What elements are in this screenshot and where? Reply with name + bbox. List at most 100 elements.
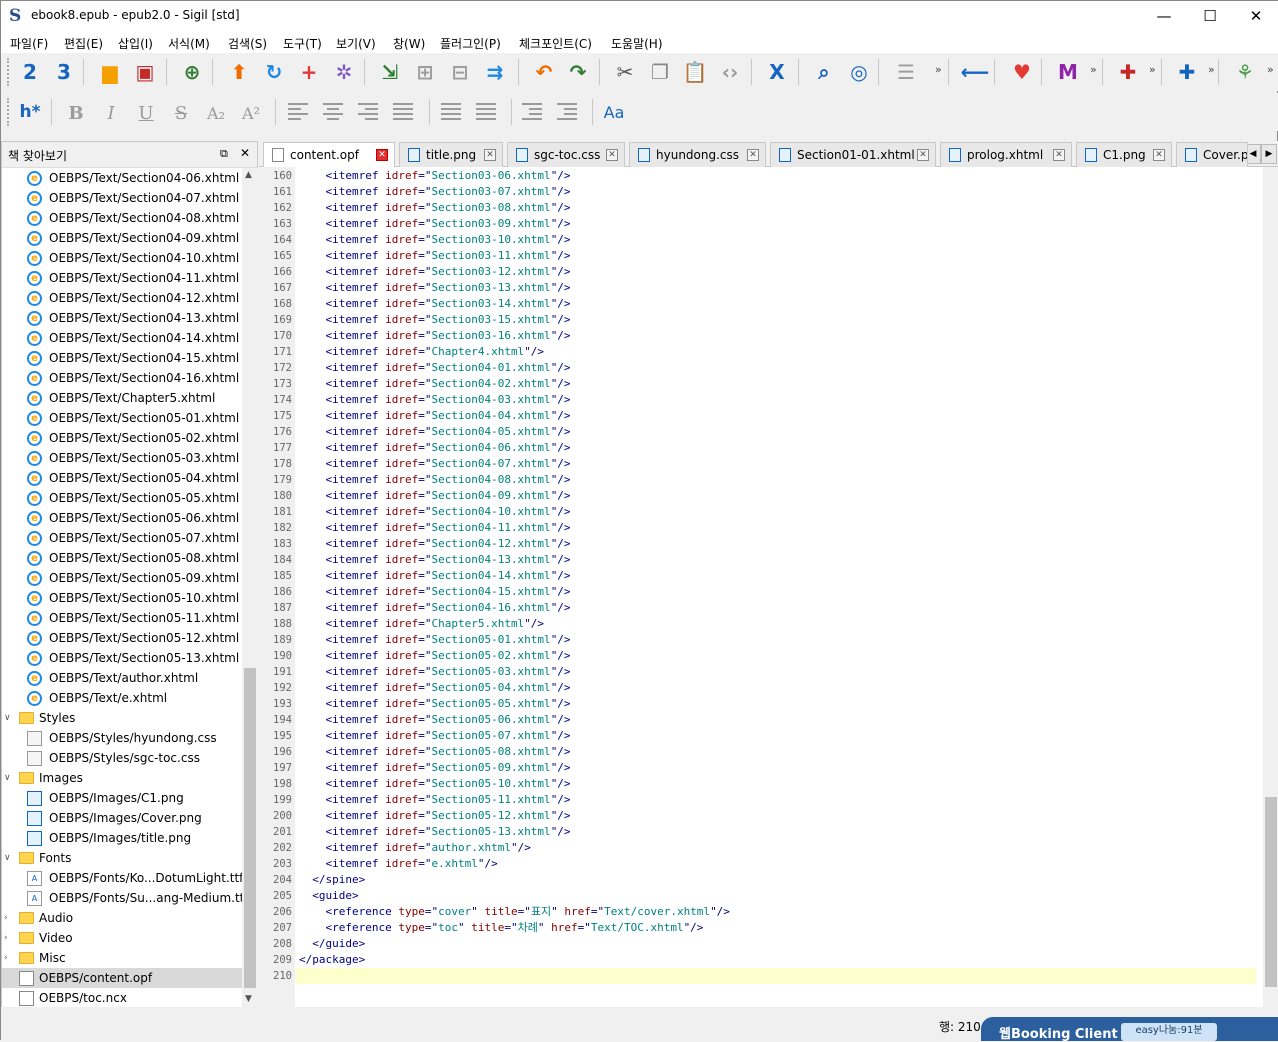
tree-item[interactable]: › Misc	[2, 948, 242, 968]
tree-item[interactable]: e OEBPS/Text/Section04-12.xhtml	[2, 288, 242, 308]
numbered-list-button[interactable]	[476, 103, 496, 121]
tree-item[interactable]: OEBPS/Images/C1.png	[2, 788, 242, 808]
toolbar-grip[interactable]	[7, 58, 11, 86]
tab-close-icon[interactable]: ✕	[917, 149, 929, 161]
tree-item[interactable]: e OEBPS/Text/Section04-06.xhtml	[2, 168, 242, 188]
editor-tab[interactable]: title.png ✕	[399, 142, 503, 167]
code-editor[interactable]: 160 161 162 163 164 165 166 167 168 169 170 171 172 1…	[259, 167, 1263, 1007]
tree-item[interactable]: e OEBPS/Text/Chapter5.xhtml	[2, 388, 242, 408]
tree-item[interactable]: e OEBPS/Text/Section05-04.xhtml	[2, 468, 242, 488]
paste-icon[interactable]: 📋	[680, 57, 710, 87]
upload-arrow-icon[interactable]: ⬆	[224, 57, 254, 87]
tree-item[interactable]: e OEBPS/Text/Section05-11.xhtml	[2, 608, 242, 628]
toolbar-grip[interactable]	[7, 98, 11, 126]
toolbar-overflow-button[interactable]: »	[1267, 63, 1274, 76]
plugin-6-icon[interactable]: ✚	[1172, 57, 1202, 87]
plugin-1-icon[interactable]: ✚	[1113, 57, 1143, 87]
code-view-icon[interactable]: ‹›	[715, 57, 745, 87]
expand-arrow-icon[interactable]: ∨	[4, 708, 11, 728]
refresh-icon[interactable]: ↻	[259, 57, 289, 87]
strikethrough-button[interactable]: S	[167, 99, 195, 127]
tree-item[interactable]: ∨ Styles	[2, 708, 242, 728]
editor-tab[interactable]: sgc-toc.css ✕	[507, 142, 625, 167]
split-icon[interactable]: ⇉	[480, 57, 510, 87]
search-icon[interactable]: ⌕	[809, 57, 839, 87]
insert-file-icon[interactable]: ⇲	[375, 57, 405, 87]
menu-item[interactable]: 검색(S)	[228, 35, 267, 52]
tree-item[interactable]: A OEBPS/Fonts/Ko...DotumLight.ttf	[2, 868, 242, 888]
heading-button[interactable]: h*	[15, 97, 45, 127]
tree-scroll-thumb[interactable]	[244, 668, 256, 988]
tree-item[interactable]: OEBPS/toc.ncx	[2, 988, 242, 1008]
underline-button[interactable]: U	[132, 99, 160, 127]
open-folder-icon[interactable]: ▆	[95, 57, 125, 87]
menu-item[interactable]: 삽입(I)	[118, 35, 153, 52]
tree-item[interactable]: e OEBPS/Text/Section05-12.xhtml	[2, 628, 242, 648]
menu-item[interactable]: 파일(F)	[10, 35, 48, 52]
m-icon[interactable]: M	[1053, 57, 1083, 87]
menu-item[interactable]: 보기(V)	[336, 35, 376, 52]
tree-item[interactable]: e OEBPS/Text/Section04-16.xhtml	[2, 368, 242, 388]
insert-special-icon[interactable]: ⊟	[445, 57, 475, 87]
align-center-button[interactable]	[323, 103, 343, 121]
external-taskbar-widget[interactable]: 웹Booking Client easy나눔:91분	[981, 1017, 1278, 1042]
tree-item[interactable]: OEBPS/Images/title.png	[2, 828, 242, 848]
tree-item[interactable]: e OEBPS/Text/Section04-08.xhtml	[2, 208, 242, 228]
tree-item[interactable]: e OEBPS/Text/Section05-10.xhtml	[2, 588, 242, 608]
tree-item[interactable]: ∨ Fonts	[2, 848, 242, 868]
x-icon[interactable]: X	[762, 57, 792, 87]
float-panel-icon[interactable]: ⧉	[220, 147, 228, 161]
tree-item[interactable]: e OEBPS/Text/Section04-14.xhtml	[2, 328, 242, 348]
maximize-button[interactable]: ☐	[1187, 1, 1233, 31]
editor-tab[interactable]: hyundong.css ✕	[629, 142, 766, 167]
toolbar-overflow-button[interactable]: »	[1208, 63, 1215, 76]
editor-tab[interactable]: Section01-01.xhtml ✕	[770, 142, 936, 167]
tree-item[interactable]: e OEBPS/Text/Section05-08.xhtml	[2, 548, 242, 568]
editor-tab[interactable]: content.opf ✕	[263, 142, 395, 168]
settings-gear-icon[interactable]: ✲	[329, 57, 359, 87]
tree-item[interactable]: e OEBPS/Text/Section05-01.xhtml	[2, 408, 242, 428]
editor-tab[interactable]: prolog.xhtml ✕	[940, 142, 1072, 167]
cut-icon[interactable]: ✂	[610, 57, 640, 87]
tab-close-icon[interactable]: ✕	[747, 149, 759, 161]
tree-item[interactable]: e OEBPS/Text/Section05-06.xhtml	[2, 508, 242, 528]
superscript-button[interactable]: A²	[237, 99, 265, 127]
menu-item[interactable]: 도움말(H)	[611, 35, 663, 52]
tree-item[interactable]: e OEBPS/Text/Section05-09.xhtml	[2, 568, 242, 588]
tree-item[interactable]: OEBPS/Styles/hyundong.css	[2, 728, 242, 748]
toolbar-overflow-button[interactable]: »	[1090, 63, 1097, 76]
scroll-down-icon[interactable]: ▼	[245, 994, 252, 1004]
close-button[interactable]: ✕	[1233, 1, 1278, 31]
search-replace-icon[interactable]: ◎	[844, 57, 874, 87]
increase-indent-button[interactable]	[557, 103, 577, 121]
tree-item[interactable]: e OEBPS/Text/Section04-13.xhtml	[2, 308, 242, 328]
italic-button[interactable]: I	[97, 99, 125, 127]
align-right-button[interactable]	[358, 103, 378, 121]
tree-item[interactable]: e OEBPS/Text/Section05-02.xhtml	[2, 428, 242, 448]
tree-item[interactable]: e OEBPS/Text/Section04-11.xhtml	[2, 268, 242, 288]
menu-item[interactable]: 도구(T)	[283, 35, 322, 52]
align-justify-button[interactable]	[393, 103, 413, 121]
minimize-button[interactable]: —	[1141, 1, 1187, 31]
tree-item[interactable]: e OEBPS/Text/author.xhtml	[2, 668, 242, 688]
heart-icon[interactable]: ♥	[1007, 57, 1037, 87]
tree-item[interactable]: e OEBPS/Text/e.xhtml	[2, 688, 242, 708]
toolbar-overflow-button[interactable]: »	[935, 63, 942, 76]
save-icon[interactable]: ▣	[130, 57, 160, 87]
page-break-icon[interactable]: ☰	[891, 57, 921, 87]
add-file-icon[interactable]: ⊕	[177, 57, 207, 87]
menu-item[interactable]: 체크포인트(C)	[519, 35, 592, 52]
tree-icon[interactable]: ⚘	[1230, 57, 1260, 87]
tab-close-icon[interactable]: ✕	[1153, 149, 1165, 161]
back-arrow-icon[interactable]: ⟵	[960, 57, 990, 87]
menu-item[interactable]: 서식(M)	[168, 35, 210, 52]
tree-item[interactable]: e OEBPS/Text/Section05-13.xhtml	[2, 648, 242, 668]
collapse-arrow-icon[interactable]: ›	[4, 908, 8, 928]
menu-item[interactable]: 편집(E)	[64, 35, 103, 52]
tree-item[interactable]: e OEBPS/Text/Section04-07.xhtml	[2, 188, 242, 208]
tab-close-icon[interactable]: ✕	[606, 149, 618, 161]
subscript-button[interactable]: A₂	[202, 99, 230, 127]
tree-scrollbar[interactable]: ▲ ▼	[242, 168, 258, 1008]
font-button[interactable]: Aa	[599, 97, 629, 127]
tree-item[interactable]: A OEBPS/Fonts/Su...ang-Medium.ttf	[2, 888, 242, 908]
